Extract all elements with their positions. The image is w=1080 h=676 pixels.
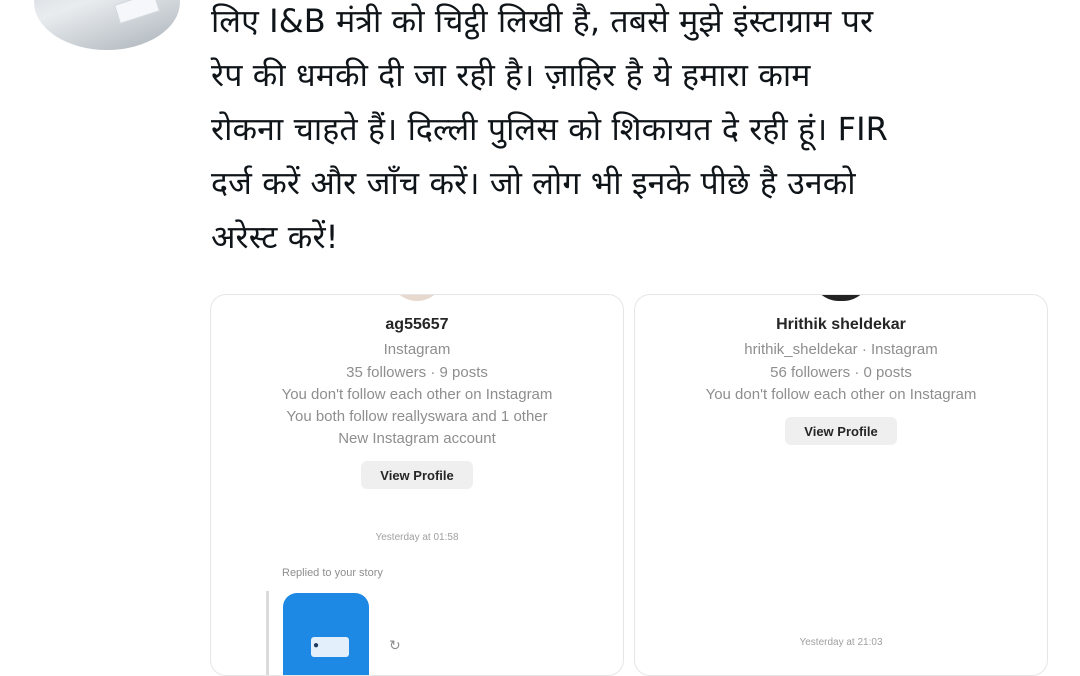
instagram-screenshot-right[interactable]: Hrithik sheldekar hrithik_sheldekar · In… — [634, 294, 1048, 676]
follow-status: You don't follow each other on Instagram — [705, 386, 977, 403]
view-profile-button[interactable]: View Profile — [361, 461, 473, 489]
tweet-text: लिए I&B मंत्री को चिट्ठी लिखी है, तबसे म… — [211, 2, 889, 256]
profile-subtitle: Instagram — [383, 341, 451, 358]
tweet-author-avatar[interactable] — [34, 0, 180, 50]
follow-status: You don't follow each other on Instagram — [281, 386, 553, 403]
profile-avatar — [389, 295, 445, 301]
instagram-screenshot-left[interactable]: ag55657 Instagram 35 followers · 9 posts… — [210, 294, 624, 676]
profile-subtitle: hrithik_sheldekar · Instagram — [744, 341, 938, 358]
profile-username: ag55657 — [385, 316, 449, 333]
message-timestamp: Yesterday at 21:03 — [799, 637, 883, 648]
view-profile-button[interactable]: View Profile — [785, 417, 897, 445]
story-reply-bar — [266, 591, 269, 675]
story-image-icon: ● — [313, 640, 320, 651]
profile-stats: 56 followers · 0 posts — [770, 364, 912, 381]
avatar-paper — [113, 0, 161, 24]
profile-stats: 35 followers · 9 posts — [346, 364, 488, 381]
profile-avatar — [811, 295, 871, 301]
story-thumbnail[interactable]: ● — [283, 593, 369, 675]
profile-username: Hrithik sheldekar — [776, 316, 906, 333]
reply-label: Replied to your story — [282, 567, 383, 579]
message-timestamp: Yesterday at 01:58 — [375, 532, 459, 543]
mutual-follow: You both follow reallyswara and 1 other — [286, 408, 548, 425]
account-note: New Instagram account — [338, 430, 496, 447]
reaction-icon[interactable]: ↻ — [389, 637, 401, 654]
